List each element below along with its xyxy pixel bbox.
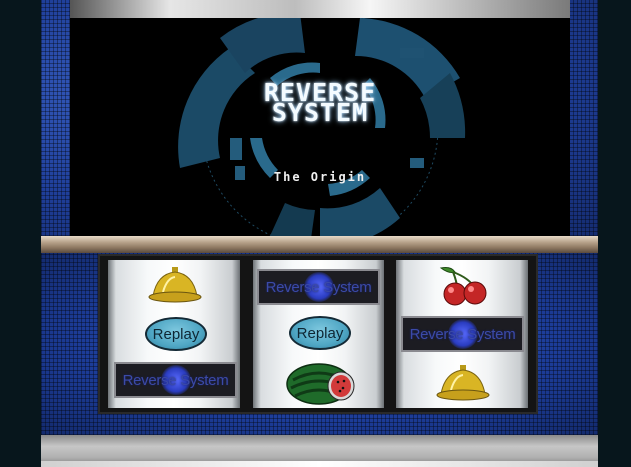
reverse-system-label: Reverse System — [265, 278, 372, 296]
reverse-system-symbol: Reverse System — [114, 362, 237, 398]
replay-label: Replay — [152, 325, 200, 343]
game-title-line2: SYSTEM — [271, 98, 369, 127]
reverse-system-label: Reverse System — [409, 325, 516, 343]
reel-1: Replay Reverse System — [108, 260, 240, 408]
top-chrome-bar — [70, 0, 570, 18]
reverse-system-label: Reverse System — [122, 371, 229, 389]
reverse-system-symbol: Reverse System — [401, 316, 524, 352]
bell-icon — [148, 267, 202, 303]
slot-machine-cabinet: REVERSE SYSTEM The Origin Replay Reverse… — [0, 0, 631, 467]
game-subtitle: The Origin — [273, 170, 367, 184]
replay-symbol: Replay — [145, 317, 207, 351]
reel-3: Reverse System — [396, 260, 528, 408]
reverse-system-symbol: Reverse System — [257, 269, 380, 305]
right-edge — [598, 0, 631, 467]
cherry-icon — [439, 267, 487, 306]
bell-icon — [436, 365, 490, 401]
reel-2: Reverse System Replay — [253, 260, 384, 408]
watermelon-icon — [286, 363, 355, 405]
title-screen: REVERSE SYSTEM The Origin — [70, 18, 570, 236]
separator-rail — [41, 236, 598, 253]
bottom-chrome-line — [41, 461, 598, 467]
radar-ring-graphic — [178, 18, 466, 236]
replay-symbol: Replay — [289, 316, 351, 350]
left-edge — [0, 0, 41, 467]
replay-label: Replay — [296, 324, 344, 342]
